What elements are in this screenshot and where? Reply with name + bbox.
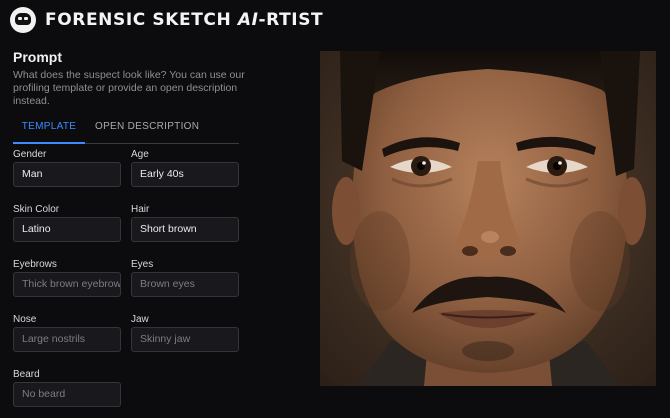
- age-label: Age: [131, 149, 149, 160]
- gender-label: Gender: [13, 149, 47, 160]
- tab-open-description[interactable]: OPEN DESCRIPTION: [95, 121, 199, 132]
- age-input[interactable]: Early 40s: [131, 162, 239, 187]
- eyebrows-field-group: Eyebrows Thick brown eyebrows: [13, 258, 121, 297]
- portrait-image: [320, 51, 656, 386]
- gender-input[interactable]: Man: [13, 162, 121, 187]
- age-field-group: Age Early 40s: [131, 148, 239, 187]
- skin-color-field-group: Skin Color Latino: [13, 203, 121, 242]
- beard-label: Beard: [13, 369, 40, 380]
- eyebrows-label: Eyebrows: [13, 259, 57, 270]
- skin-color-input[interactable]: Latino: [13, 217, 121, 242]
- prompt-description: What does the suspect look like? You can…: [13, 69, 245, 107]
- tab-template[interactable]: TEMPLATE: [13, 121, 85, 144]
- app-title: FORENSIC SKETCH AI-RTIST: [45, 10, 324, 30]
- eyes-input[interactable]: Brown eyes: [131, 272, 239, 297]
- jaw-label: Jaw: [131, 314, 149, 325]
- beard-input[interactable]: No beard: [13, 382, 121, 407]
- logo-icon: [10, 7, 36, 33]
- eyes-label: Eyes: [131, 259, 154, 270]
- gender-field-group: Gender Man: [13, 148, 121, 187]
- nose-field-group: Nose Large nostrils: [13, 313, 121, 352]
- eyes-field-group: Eyes Brown eyes: [131, 258, 239, 297]
- app-header: FORENSIC SKETCH AI-RTIST: [10, 6, 323, 34]
- prompt-tabs: TEMPLATE OPEN DESCRIPTION: [13, 117, 239, 144]
- skin-color-label: Skin Color: [13, 204, 60, 215]
- nose-input[interactable]: Large nostrils: [13, 327, 121, 352]
- hair-field-group: Hair Short brown: [131, 203, 239, 242]
- hair-input[interactable]: Short brown: [131, 217, 239, 242]
- nose-label: Nose: [13, 314, 37, 325]
- eyebrows-input[interactable]: Thick brown eyebrows: [13, 272, 121, 297]
- jaw-input[interactable]: Skinny jaw: [131, 327, 239, 352]
- jaw-field-group: Jaw Skinny jaw: [131, 313, 239, 352]
- generated-portrait: [320, 51, 656, 386]
- prompt-heading: Prompt: [13, 49, 62, 65]
- beard-field-group: Beard No beard: [13, 368, 121, 407]
- hair-label: Hair: [131, 204, 150, 215]
